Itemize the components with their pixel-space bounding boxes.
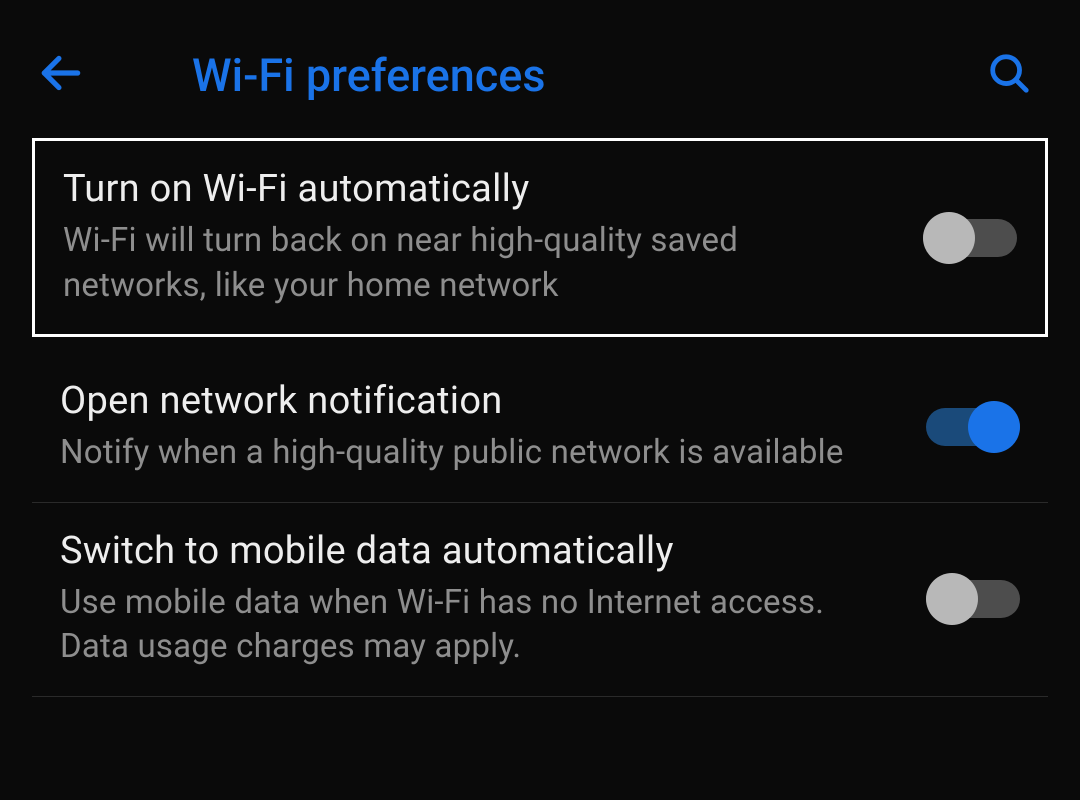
setting-title: Open network notification: [60, 379, 886, 423]
search-icon[interactable]: [986, 50, 1032, 100]
setting-description: Notify when a high-quality public networ…: [60, 431, 886, 476]
setting-description: Wi-Fi will turn back on near high-qualit…: [63, 219, 883, 308]
setting-text: Turn on Wi-Fi automatically Wi-Fi will t…: [63, 167, 923, 308]
setting-text: Open network notification Notify when a …: [60, 379, 926, 476]
setting-open-network-notification[interactable]: Open network notification Notify when a …: [32, 353, 1048, 503]
toggle-open-network-notification[interactable]: [926, 401, 1020, 453]
page-title: Wi-Fi preferences: [192, 49, 986, 102]
setting-text: Switch to mobile data automatically Use …: [60, 529, 926, 670]
setting-turn-on-wifi-automatically[interactable]: Turn on Wi-Fi automatically Wi-Fi will t…: [32, 138, 1048, 337]
back-icon[interactable]: [36, 48, 86, 102]
setting-description: Use mobile data when Wi-Fi has no Intern…: [60, 581, 886, 670]
setting-title: Turn on Wi-Fi automatically: [63, 167, 883, 211]
setting-switch-to-mobile-data[interactable]: Switch to mobile data automatically Use …: [32, 503, 1048, 697]
settings-list: Turn on Wi-Fi automatically Wi-Fi will t…: [0, 138, 1080, 697]
setting-title: Switch to mobile data automatically: [60, 529, 886, 573]
toggle-turn-on-wifi-automatically[interactable]: [923, 212, 1017, 264]
header: Wi-Fi preferences: [0, 0, 1080, 138]
toggle-switch-to-mobile-data[interactable]: [926, 573, 1020, 625]
